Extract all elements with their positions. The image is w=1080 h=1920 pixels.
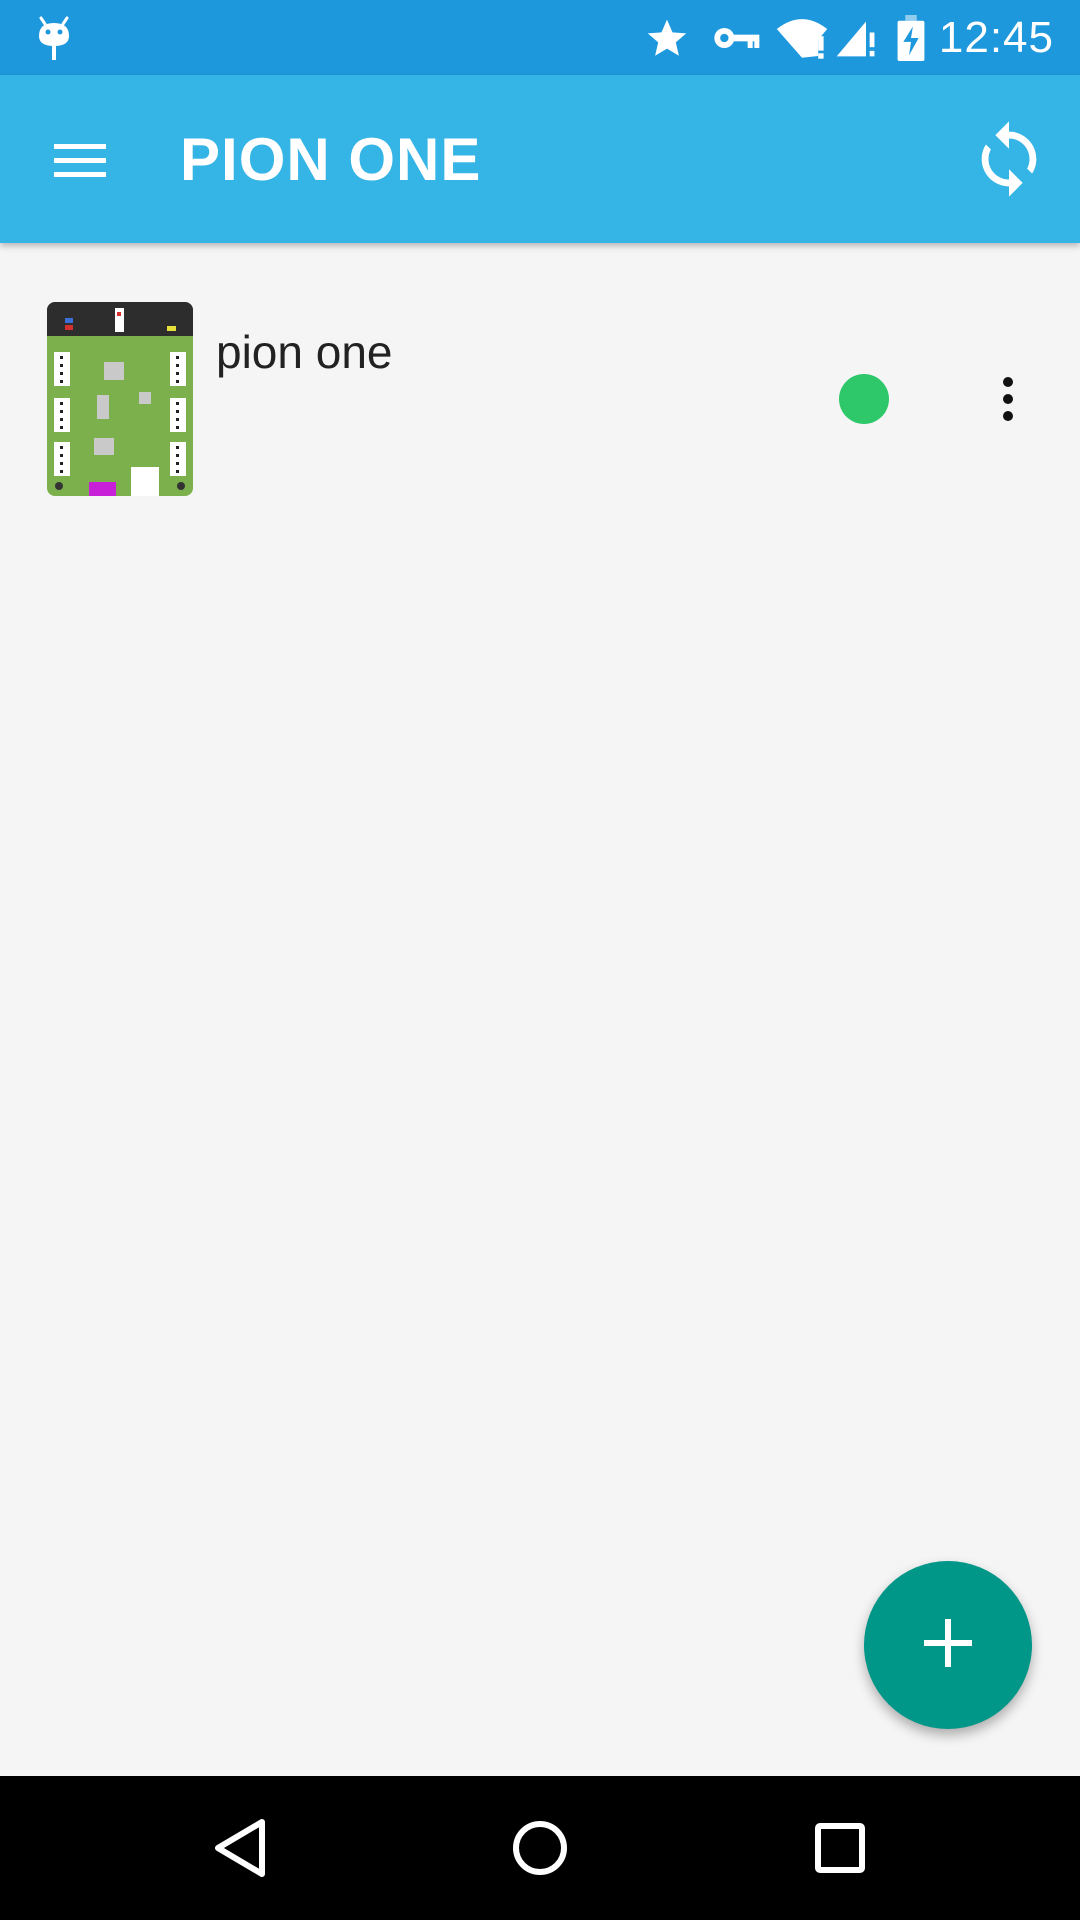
online-status-indicator: [839, 374, 889, 424]
system-nav-bar: [0, 1776, 1080, 1920]
more-vert-icon[interactable]: [990, 370, 1030, 430]
page-title: PION ONE: [180, 126, 482, 193]
back-icon[interactable]: [200, 1808, 280, 1888]
sync-icon[interactable]: [968, 113, 1050, 205]
app-bar: PION ONE: [0, 75, 1080, 243]
recents-icon[interactable]: [800, 1808, 880, 1888]
home-icon[interactable]: [500, 1808, 580, 1888]
signal-alert-icon: [833, 16, 877, 60]
android-debug-icon: [35, 14, 73, 67]
status-bar: 12:45: [0, 0, 1080, 75]
hamburger-menu-icon[interactable]: [48, 130, 120, 190]
status-time: 12:45: [938, 12, 1054, 62]
star-icon: [645, 16, 689, 60]
battery-charging-icon: [897, 14, 925, 61]
add-device-button[interactable]: [864, 1561, 1032, 1729]
vpn-key-icon: [711, 18, 761, 58]
plus-icon: [918, 1613, 978, 1678]
pion-one-board-thumbnail: [47, 302, 193, 496]
list-item[interactable]: pion one: [0, 290, 1080, 510]
wifi-alert-icon: [775, 16, 829, 60]
device-name: pion one: [216, 326, 393, 378]
